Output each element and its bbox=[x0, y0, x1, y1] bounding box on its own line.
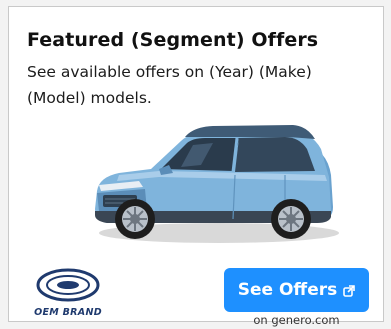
ad-headline: Featured (Segment) Offers bbox=[27, 29, 319, 51]
ad-card[interactable]: Featured (Segment) Offers See available … bbox=[8, 6, 384, 327]
vehicle-image bbox=[89, 115, 339, 247]
logo-text: OEM BRAND bbox=[34, 307, 102, 318]
cta-domain-note: on genero.com bbox=[253, 313, 340, 327]
oem-brand-oval-logo bbox=[36, 268, 100, 302]
external-link-icon bbox=[343, 285, 356, 297]
see-offers-button[interactable]: See Offers bbox=[224, 268, 369, 312]
ad-subtext: See available offers on (Year) (Make) (M… bbox=[27, 63, 312, 107]
oem-brand-logo: OEM BRAND bbox=[33, 265, 103, 319]
see-offers-label: See Offers bbox=[237, 280, 338, 300]
